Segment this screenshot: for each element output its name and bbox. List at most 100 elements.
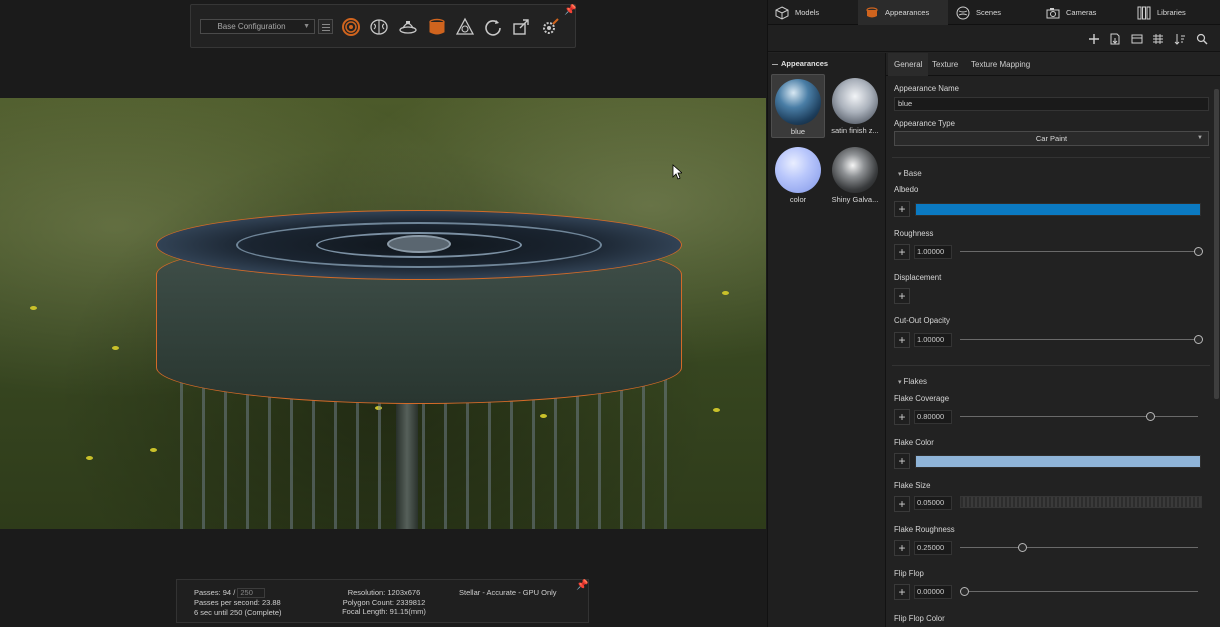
flake-roughness-add-texture-button[interactable]: +	[894, 540, 910, 556]
tab-appearances[interactable]: Appearances	[858, 0, 948, 25]
polygon-count: Polygon Count: 2339812	[342, 597, 426, 607]
tab-cameras[interactable]: Cameras	[1039, 0, 1129, 25]
flake-roughness-input[interactable]: 0.25000	[914, 541, 952, 555]
grid-icon[interactable]	[1150, 31, 1165, 46]
panel-actions	[768, 25, 1220, 52]
passes-per-second: Passes per second: 23.88	[194, 598, 281, 607]
geometry-icon[interactable]	[455, 17, 475, 37]
cutout-opacity-input[interactable]: 1.00000	[914, 333, 952, 347]
tab-general[interactable]: General	[888, 53, 929, 76]
appearance-name-input[interactable]: blue	[894, 97, 1209, 111]
flake-color-label: Flake Color	[894, 438, 934, 447]
settings-icon[interactable]	[540, 17, 560, 37]
globe-icon	[956, 6, 970, 19]
render-target-icon[interactable]	[341, 17, 361, 37]
render-mode: Stellar - Accurate - GPU Only	[459, 588, 557, 597]
add-icon[interactable]	[1086, 31, 1101, 46]
roughness-input[interactable]: 1.00000	[914, 245, 952, 259]
flip-flop-label: Flip Flop	[894, 569, 924, 578]
tab-texture-mapping[interactable]: Texture Mapping	[965, 53, 1036, 76]
cutout-opacity-slider[interactable]	[960, 335, 1203, 344]
rendered-image[interactable]	[0, 98, 766, 529]
appearance-name-label: Appearance Name	[894, 84, 960, 93]
cutout-add-texture-button[interactable]: +	[894, 332, 910, 348]
albedo-label: Albedo	[894, 185, 919, 194]
layout-icon[interactable]	[1129, 31, 1144, 46]
flake-color-swatch[interactable]	[915, 455, 1201, 468]
appearances-header[interactable]: Appearances	[772, 59, 828, 68]
time-remaining: 6 sec until 250 (Complete)	[194, 607, 282, 617]
library-panel: Models Appearances Scenes Cameras Librar…	[767, 0, 1220, 627]
appearance-item-color[interactable]: color	[771, 143, 825, 207]
sort-icon[interactable]	[1172, 31, 1187, 46]
flake-coverage-slider[interactable]	[960, 412, 1198, 421]
displacement-label: Displacement	[894, 273, 942, 282]
flake-roughness-label: Flake Roughness	[894, 525, 955, 534]
app-window: Base Configuration ▼ 📌 Passes: 94 / 250 …	[0, 0, 1220, 627]
property-tabs: General Texture Texture Mapping	[886, 53, 1220, 76]
base-section-toggle[interactable]: Base	[898, 169, 921, 178]
albedo-add-texture-button[interactable]: +	[894, 201, 910, 217]
appearances-list: Appearances blue satin finish z... color…	[768, 53, 886, 627]
search-icon[interactable]	[1194, 31, 1209, 46]
panel-tabs: Models Appearances Scenes Cameras Librar…	[768, 0, 1220, 25]
render-viewport[interactable]: Base Configuration ▼ 📌 Passes: 94 / 250 …	[0, 0, 766, 627]
viewport-toolbar: Base Configuration ▼ 📌	[190, 4, 576, 48]
properties-scrollbar[interactable]	[1214, 77, 1219, 627]
passes-label: Passes: 94 /	[194, 588, 238, 597]
flake-coverage-input[interactable]: 0.80000	[914, 410, 952, 424]
refresh-icon[interactable]	[483, 17, 503, 37]
flake-size-label: Flake Size	[894, 481, 931, 490]
flake-size-input[interactable]: 0.05000	[914, 496, 952, 510]
pin-icon[interactable]: 📌	[564, 5, 576, 16]
status-pin-icon[interactable]: 📌	[576, 580, 588, 591]
appearance-item-shiny-galvanized[interactable]: Shiny Galva...	[828, 143, 882, 207]
camera-icon	[1046, 7, 1060, 18]
appearance-thumbnail	[832, 78, 878, 124]
appearance-properties: General Texture Texture Mapping Appearan…	[886, 53, 1220, 627]
configuration-select-value: Base Configuration	[217, 22, 286, 31]
environment-icon[interactable]	[398, 17, 418, 37]
chevron-down-icon: ▼	[1197, 135, 1203, 141]
flakes-section-toggle[interactable]: Flakes	[898, 377, 927, 386]
appearance-thumbnail	[775, 79, 821, 125]
displacement-add-texture-button[interactable]: +	[894, 288, 910, 304]
appearance-type-select[interactable]: Car Paint ▼	[894, 131, 1209, 146]
flake-size-add-texture-button[interactable]: +	[894, 496, 910, 512]
library-icon	[1137, 6, 1151, 19]
appearance-icon	[866, 6, 878, 17]
appearance-thumbnail	[775, 147, 821, 193]
flip-flop-input[interactable]: 0.00000	[914, 585, 952, 599]
configuration-select[interactable]: Base Configuration ▼	[200, 19, 315, 34]
configuration-list-button[interactable]	[318, 19, 333, 34]
appearance-thumbnail	[832, 147, 878, 193]
appearance-item-satin[interactable]: satin finish z...	[828, 74, 882, 138]
cutout-opacity-label: Cut-Out Opacity	[894, 316, 950, 325]
flip-flop-color-label: Flip Flop Color	[894, 614, 945, 623]
flake-size-slider[interactable]	[960, 496, 1202, 508]
flake-coverage-add-texture-button[interactable]: +	[894, 409, 910, 425]
import-icon[interactable]	[1107, 31, 1122, 46]
flip-flop-slider[interactable]	[960, 587, 1198, 596]
albedo-color-swatch[interactable]	[915, 203, 1201, 216]
roughness-slider[interactable]	[960, 247, 1203, 256]
focal-length: Focal Length: 91.15(mm)	[342, 607, 426, 616]
flake-coverage-label: Flake Coverage	[894, 394, 950, 403]
roughness-label: Roughness	[894, 229, 934, 238]
material-bucket-icon[interactable]	[427, 17, 447, 37]
tab-texture[interactable]: Texture	[926, 53, 964, 76]
flake-roughness-slider[interactable]	[960, 543, 1198, 552]
flip-flop-add-texture-button[interactable]: +	[894, 584, 910, 600]
brain-icon[interactable]	[369, 17, 389, 37]
flake-color-add-texture-button[interactable]: +	[894, 453, 910, 469]
roughness-add-texture-button[interactable]: +	[894, 244, 910, 260]
mouse-cursor-icon	[672, 164, 682, 180]
chevron-down-icon: ▼	[303, 23, 310, 30]
export-icon[interactable]	[511, 17, 531, 37]
passes-max-input[interactable]: 250	[237, 588, 266, 598]
tab-libraries[interactable]: Libraries	[1130, 0, 1220, 25]
tab-scenes[interactable]: Scenes	[949, 0, 1038, 25]
appearance-type-label: Appearance Type	[894, 119, 955, 128]
appearance-item-blue[interactable]: blue	[771, 74, 825, 138]
tab-models[interactable]: Models	[768, 0, 857, 25]
